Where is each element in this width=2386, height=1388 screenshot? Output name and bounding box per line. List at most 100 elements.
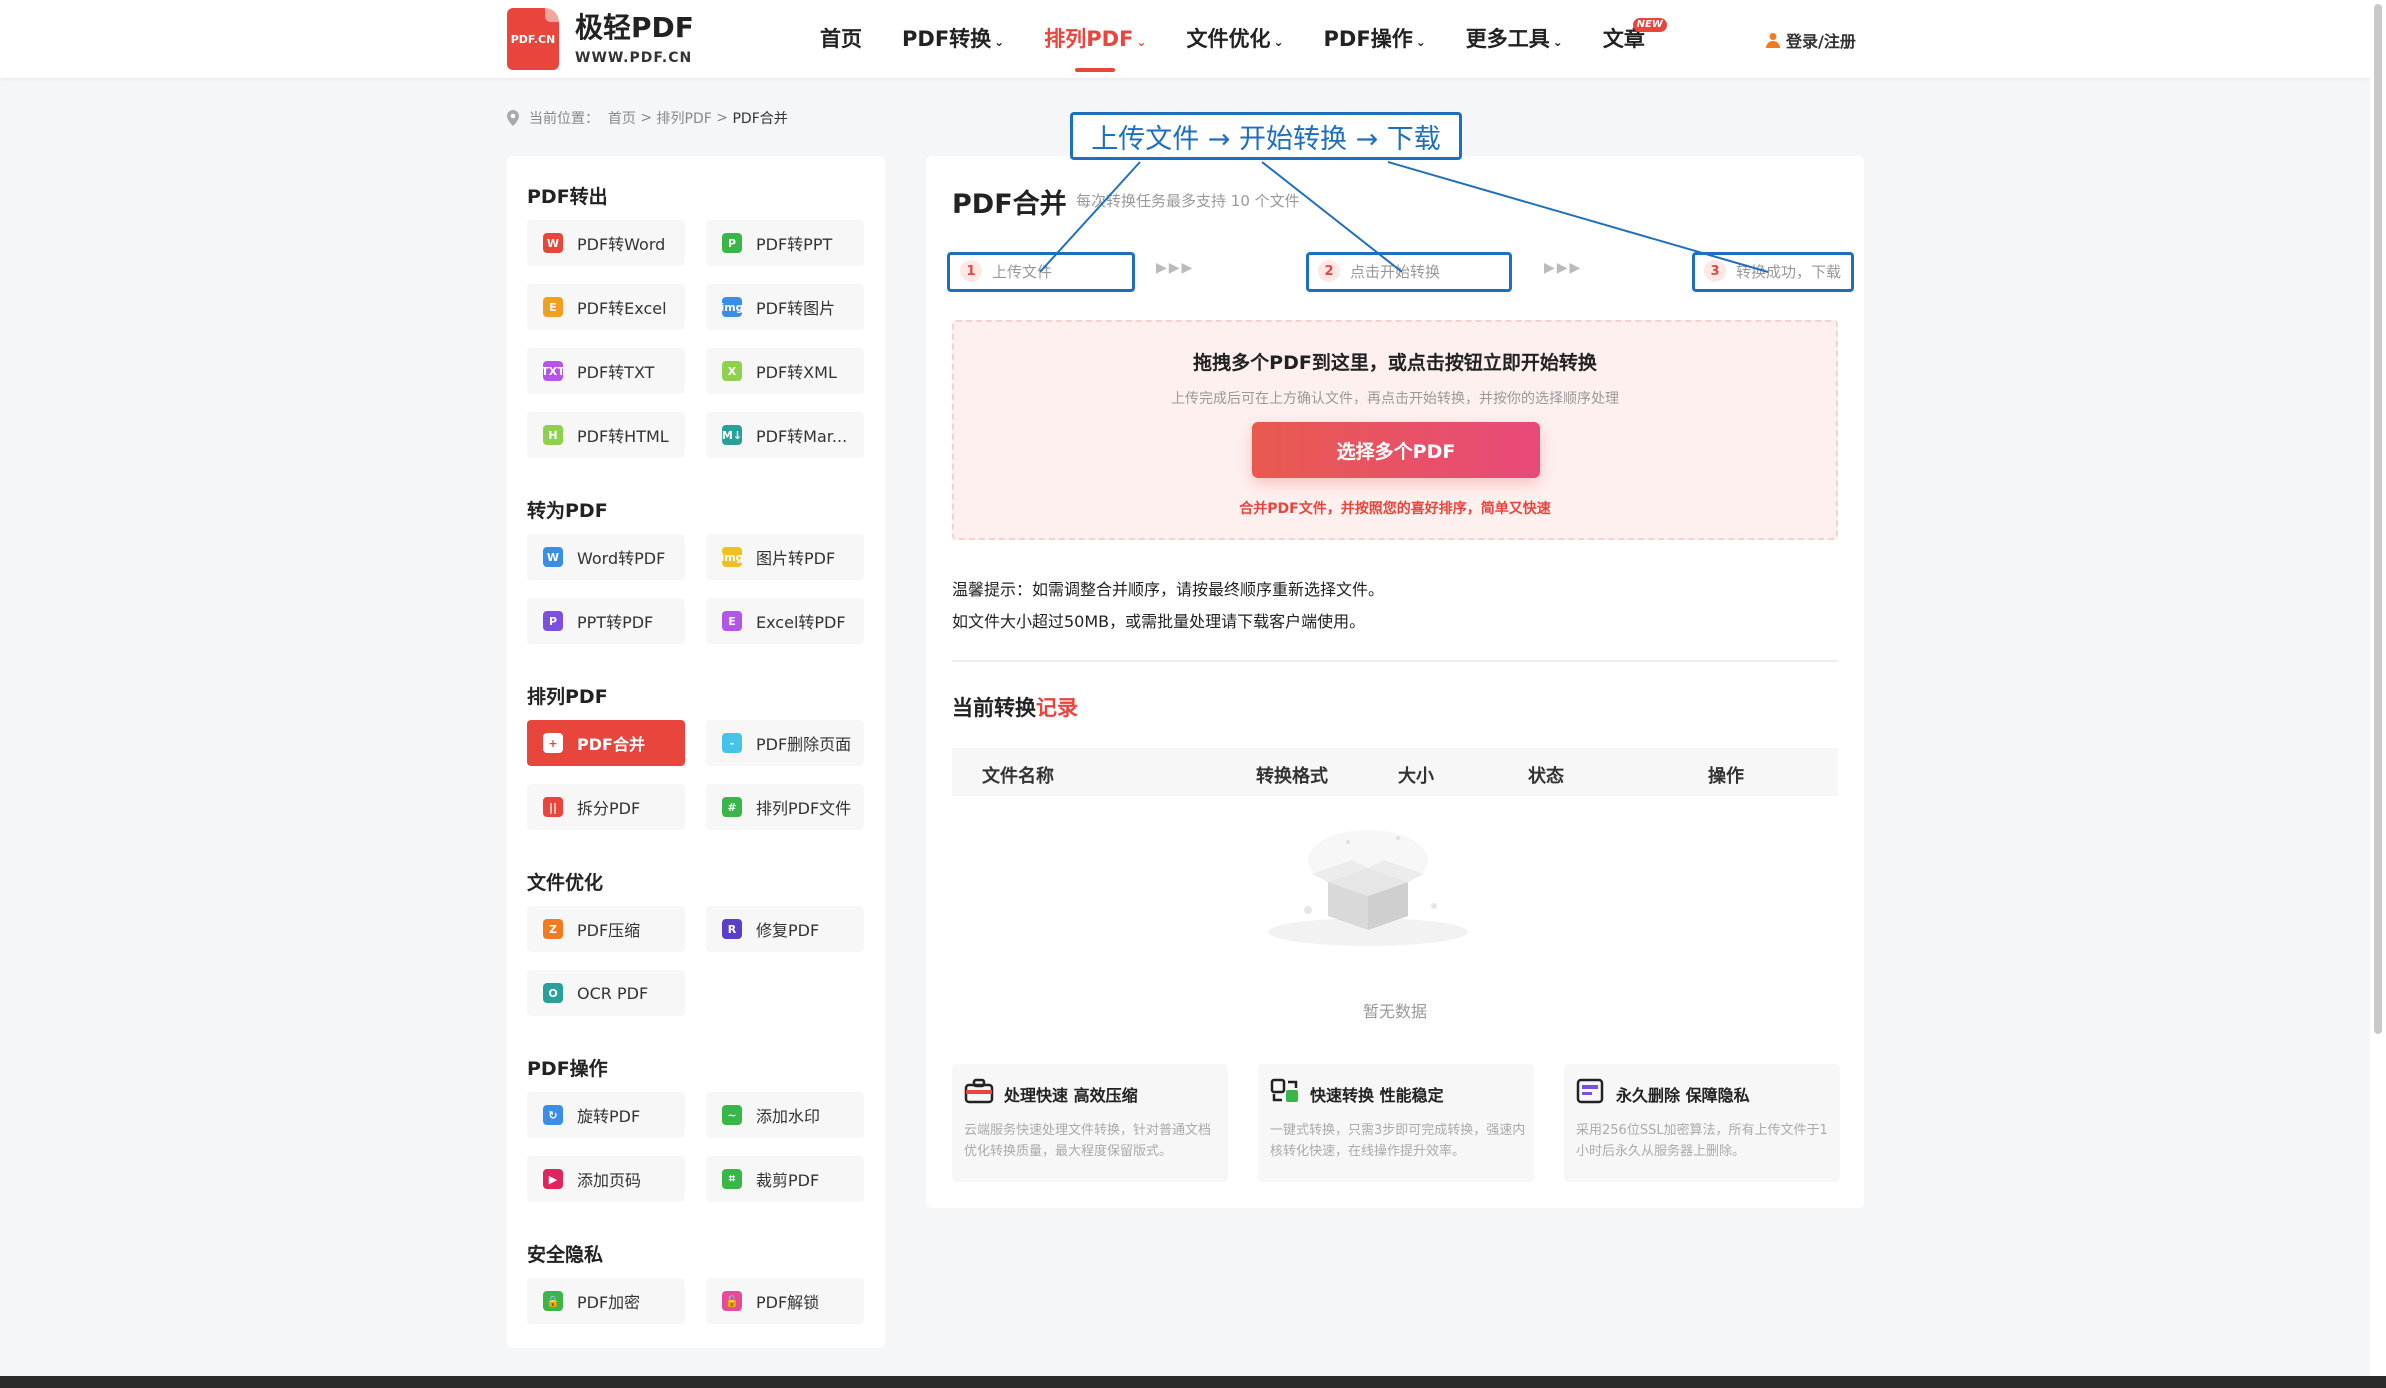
records-table-header: 文件名称 转换格式 大小 状态 操作 [952, 748, 1838, 796]
tool-icon: + [543, 733, 563, 753]
sidebar-tool[interactable]: 🔒 PDF加密 [527, 1278, 685, 1324]
sidebar-group-title: PDF转出 [527, 186, 608, 208]
tool-label: PDF合并 [577, 735, 645, 754]
sidebar-tool[interactable]: W Word转PDF [527, 534, 685, 580]
tool-label: PDF转HTML [577, 427, 669, 446]
breadcrumb-home[interactable]: 首页 [608, 108, 636, 128]
sidebar-tool[interactable]: M↓ PDF转Mar... [706, 412, 864, 458]
sidebar-tool[interactable]: + PDF合并 [527, 720, 685, 766]
dropzone-tip: 上传完成后可在上方确认文件，再点击开始转换，并按你的选择顺序处理 [1171, 391, 1619, 407]
sidebar-tool[interactable]: - PDF删除页面 [706, 720, 864, 766]
tool-label: 添加水印 [756, 1107, 821, 1126]
chevron-down-icon: ⌄ [994, 35, 1005, 49]
sidebar-tool[interactable]: || 拆分PDF [527, 784, 685, 830]
records-title-main: 当前转换 [952, 696, 1036, 720]
tool-label: 裁剪PDF [756, 1171, 820, 1190]
tool-icon: P [543, 611, 563, 631]
breadcrumb-section[interactable]: 排列PDF [657, 108, 712, 128]
sidebar-tool[interactable]: ~ 添加水印 [706, 1092, 864, 1138]
tool-label: PDF转Mar... [756, 427, 848, 446]
nav-item-label: 更多工具 [1465, 27, 1550, 51]
tool-label: PDF转图片 [756, 299, 836, 318]
sidebar-tool[interactable]: E PDF转Excel [527, 284, 685, 330]
sidebar-tool[interactable]: X PDF转XML [706, 348, 864, 394]
breadcrumb-prefix: 当前位置： [529, 111, 599, 127]
tool-icon: M↓ [722, 425, 742, 445]
tool-label: 添加页码 [577, 1171, 642, 1190]
section-divider [952, 660, 1838, 662]
nav-item[interactable]: PDF操作 ⌄ [1324, 0, 1426, 78]
nav-item[interactable]: PDF转换 ⌄ [902, 0, 1004, 78]
tool-label: PDF转XML [756, 363, 837, 382]
tool-label: PPT转PDF [577, 613, 654, 632]
tool-icon: ~ [722, 1105, 742, 1125]
tool-icon: ⌗ [722, 1169, 742, 1189]
scrollbar-thumb[interactable] [2374, 4, 2382, 1034]
tool-label: PDF加密 [577, 1293, 641, 1312]
records-title-highlight: 记录 [1036, 696, 1078, 720]
nav-item-label: PDF转换 [902, 27, 992, 51]
site-logo[interactable]: PDF.CN 极轻PDF WWW.PDF.CN [507, 8, 694, 70]
tool-icon: P [722, 233, 742, 253]
sidebar-tool[interactable]: R 修复PDF [706, 906, 864, 952]
sidebar-group-title: 转为PDF [527, 500, 608, 522]
tool-icon: W [543, 233, 563, 253]
nav-item-label: 首页 [820, 27, 862, 51]
sidebar-tool[interactable]: img 图片转PDF [706, 534, 864, 580]
breadcrumb-current: PDF合并 [732, 111, 788, 127]
tool-icon: E [543, 297, 563, 317]
nav-item[interactable]: 文件优化 ⌄ [1186, 0, 1283, 78]
feature-card-privacy: 永久删除 保障隐私 采用256位SSL加密算法，所有上传文件于1小时后永久从服务… [1564, 1064, 1840, 1182]
sidebar-tool[interactable]: ↻ 旋转PDF [527, 1092, 685, 1138]
sidebar-tool[interactable]: ▶ 添加页码 [527, 1156, 685, 1202]
tool-icon: ↻ [543, 1105, 563, 1125]
nav-item[interactable]: 更多工具 ⌄ [1466, 0, 1563, 78]
logo-name: 极轻PDF [575, 11, 694, 44]
feature-desc: 采用256位SSL加密算法，所有上传文件于1小时后永久从服务器上删除。 [1576, 1123, 1828, 1159]
annotation-box-step-1 [947, 252, 1135, 292]
sidebar-tool[interactable]: Z PDF压缩 [527, 906, 685, 952]
sidebar-tool[interactable]: E Excel转PDF [706, 598, 864, 644]
upload-dropzone[interactable]: 拖拽多个PDF到这里，或点击按钮立即开始转换 上传完成后可在上方确认文件，再点击… [952, 320, 1838, 540]
nav-item[interactable]: 文章 NEW [1603, 0, 1667, 78]
main-panel: PDF合并 每次转换任务最多支持 10 个文件 1 上传文件 ▶▶▶ 2 点击开… [926, 156, 1864, 1208]
empty-box-icon [1268, 830, 1468, 946]
tool-icon: H [543, 425, 563, 445]
sidebar-tool[interactable]: TXT PDF转TXT [527, 348, 685, 394]
tool-label: OCR PDF [577, 983, 649, 1003]
feature-desc: 云端服务快速处理文件转换，针对普通文档优化转换质量，最大程度保留版式。 [964, 1123, 1212, 1159]
tool-icon: 🔒 [543, 1291, 563, 1311]
sidebar-tool[interactable]: ⌗ 裁剪PDF [706, 1156, 864, 1202]
login-button[interactable]: 登录/注册 [1766, 28, 1856, 52]
tool-icon: O [543, 983, 563, 1003]
sidebar-tool[interactable]: # 排列PDF文件 [706, 784, 864, 830]
sidebar-tool[interactable]: H PDF转HTML [527, 412, 685, 458]
dropzone-title: 拖拽多个PDF到这里，或点击按钮立即开始转换 [1193, 352, 1597, 374]
page-title: PDF合并 [952, 189, 1067, 220]
new-badge: NEW [1632, 18, 1667, 32]
tool-label: Word转PDF [577, 549, 666, 568]
sidebar-tool[interactable]: W PDF转Word [527, 220, 685, 266]
tool-label: 旋转PDF [577, 1107, 641, 1126]
sidebar-tool[interactable]: 🔓 PDF解锁 [706, 1278, 864, 1324]
tool-label: 拆分PDF [577, 799, 641, 818]
toolbox-icon [964, 1078, 994, 1104]
sidebar-tool[interactable]: P PPT转PDF [527, 598, 685, 644]
sidebar-tool[interactable]: O OCR PDF [527, 970, 685, 1016]
nav-item-label: 文件优化 [1186, 27, 1271, 51]
select-pdfs-button[interactable]: 选择多个PDF [1252, 422, 1540, 478]
feature-title: 永久删除 保障隐私 [1616, 1086, 1750, 1105]
dropzone-note: 合并PDF文件，并按照您的喜好排序，简单又快速 [1239, 501, 1551, 517]
sidebar-group-title: 安全隐私 [527, 1244, 604, 1266]
sidebar-tool[interactable]: img PDF转图片 [706, 284, 864, 330]
feature-card-stable: 快速转换 性能稳定 一键式转换，只需3步即可完成转换，强速内核转化快速，在线操作… [1258, 1064, 1534, 1182]
sidebar-tool[interactable]: P PDF转PPT [706, 220, 864, 266]
annotation-box-step-3 [1692, 252, 1854, 292]
tool-label: Excel转PDF [756, 613, 846, 632]
tool-icon: TXT [541, 361, 565, 381]
tool-label: 修复PDF [756, 921, 820, 940]
nav-item[interactable]: 排列PDF ⌄ [1044, 0, 1146, 78]
page-subtitle: 每次转换任务最多支持 10 个文件 [1076, 192, 1300, 210]
nav-item[interactable]: 首页 [820, 0, 862, 78]
tool-label: 排列PDF文件 [756, 799, 852, 818]
